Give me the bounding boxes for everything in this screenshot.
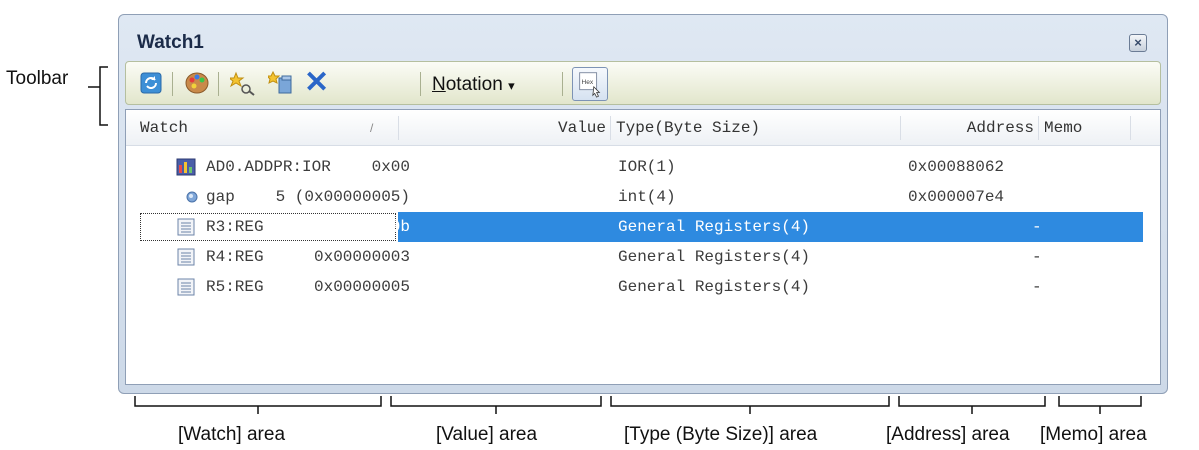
memo-area-bracket	[1058, 396, 1142, 414]
ior-register-icon	[176, 158, 196, 176]
close-icon[interactable]: ×	[1129, 34, 1147, 52]
delete-icon[interactable]: ✕	[304, 66, 329, 100]
column-type[interactable]: Type(Byte Size)	[616, 110, 760, 146]
watch-type: int(4)	[618, 188, 676, 206]
value-area-label: [Value] area	[436, 424, 538, 445]
column-divider[interactable]	[610, 116, 611, 140]
watch-name: gap	[206, 188, 235, 206]
toolbar-bracket	[88, 66, 108, 126]
hex-icon-text: Hex	[582, 79, 594, 86]
watch-area-bracket	[134, 396, 382, 414]
sort-indicator-icon: /	[370, 121, 374, 135]
watch-name: AD0.ADDPR:IOR	[206, 158, 331, 176]
toolbar-separator	[562, 72, 563, 96]
register-icon	[177, 278, 195, 296]
watch-area-label: [Watch] area	[178, 424, 286, 445]
table-row-selected[interactable]: R3:REG 0x0000000b General Registers(4) -	[126, 212, 1160, 242]
column-divider[interactable]	[1038, 116, 1039, 140]
watch-value[interactable]: 0x00000005	[314, 272, 410, 302]
notation-dropdown[interactable]: Notation ▾	[432, 74, 515, 96]
value-area-bracket	[390, 396, 602, 414]
watch-address: -	[1032, 278, 1042, 296]
column-header: Watch / Value Type(Byte Size) Address Me…	[126, 110, 1160, 146]
column-value[interactable]: Value	[398, 110, 606, 146]
add-watch-icon[interactable]	[230, 70, 256, 96]
watch-type: IOR(1)	[618, 158, 676, 176]
toolbar-separator	[218, 72, 219, 96]
type-area-label: [Type (Byte Size)] area	[624, 424, 818, 445]
watch-address: 0x00088062	[908, 158, 1005, 176]
column-divider[interactable]	[1130, 116, 1131, 140]
notation-mnemonic: N	[432, 74, 446, 95]
watch-type: General Registers(4)	[618, 278, 811, 296]
watch-value[interactable]: 5 (0x00000005)	[276, 182, 410, 212]
address-area-label: [Address] area	[886, 424, 1010, 445]
column-watch[interactable]: Watch	[140, 110, 188, 146]
table-row[interactable]: AD0.ADDPR:IOR 0x00 IOR(1) 0x00088062	[126, 152, 1160, 182]
address-area-bracket	[898, 396, 1046, 414]
table-row[interactable]: gap 5 (0x00000005) int(4) 0x000007e4	[126, 182, 1160, 212]
watch-value[interactable]: 0x00000003	[314, 242, 410, 272]
watch-name: R5:REG	[206, 278, 264, 296]
memo-area-label: [Memo] area	[1040, 424, 1147, 445]
hex-icon: Hex	[579, 72, 601, 98]
notation-label: otation	[445, 74, 503, 95]
watch-list[interactable]: Watch / Value Type(Byte Size) Address Me…	[125, 109, 1161, 385]
refresh-icon[interactable]	[138, 70, 164, 96]
add-category-icon[interactable]	[268, 70, 294, 96]
chevron-down-icon: ▾	[508, 78, 515, 93]
column-memo[interactable]: Memo	[1044, 110, 1082, 146]
hex-display-button[interactable]: Hex	[572, 67, 608, 101]
palette-icon[interactable]	[184, 70, 210, 96]
window-title: Watch1	[137, 32, 204, 53]
watch-type: General Registers(4)	[618, 248, 811, 266]
toolbar: ✕ Notation ▾ Hex	[125, 61, 1161, 105]
watch-value[interactable]: 0x0000000b	[314, 212, 410, 242]
register-icon	[177, 248, 195, 266]
watch-address: -	[1032, 248, 1042, 266]
watch-address: 0x000007e4	[908, 188, 1005, 206]
watch-panel-window: Watch1 × ✕ Notation ▾ Hex Watch / Value …	[118, 14, 1168, 394]
toolbar-separator	[172, 72, 173, 96]
title-bar: Watch1 ×	[119, 15, 1167, 61]
watch-name: R3:REG	[206, 218, 264, 236]
toolbar-annotation: Toolbar	[6, 68, 69, 89]
watch-name: R4:REG	[206, 248, 264, 266]
register-icon	[177, 218, 195, 236]
table-row[interactable]: R4:REG 0x00000003 General Registers(4) -	[126, 242, 1160, 272]
watch-type: General Registers(4)	[618, 218, 811, 236]
table-row[interactable]: R5:REG 0x00000005 General Registers(4) -	[126, 272, 1160, 302]
type-area-bracket	[610, 396, 890, 414]
toolbar-separator	[420, 72, 421, 96]
variable-icon	[186, 191, 198, 203]
watch-address: -	[1032, 218, 1042, 236]
watch-value[interactable]: 0x00	[372, 152, 410, 182]
column-address[interactable]: Address	[900, 110, 1034, 146]
